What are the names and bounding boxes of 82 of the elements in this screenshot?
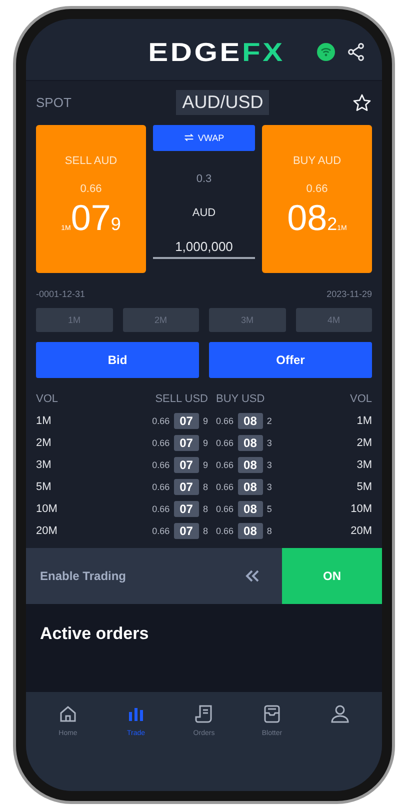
- currency-pair[interactable]: AUD/USD: [176, 90, 270, 115]
- action-button[interactable]: Bid: [36, 342, 199, 378]
- tile-label: SELL AUD: [64, 154, 118, 166]
- share-icon[interactable]: [346, 42, 366, 62]
- swap-icon: [184, 133, 194, 142]
- big-figure: 0.66: [152, 460, 170, 470]
- fractional-pip: 9: [110, 214, 121, 234]
- fractional-pip: 2: [266, 416, 272, 426]
- section-title: Active orders: [40, 624, 149, 642]
- tile-label: BUY AUD: [292, 154, 342, 166]
- fractional-pip: 3: [266, 482, 272, 492]
- big-figure: 0.66: [306, 182, 328, 194]
- column-header: SELL USD: [154, 392, 208, 404]
- volume-cell-text: 2M: [356, 436, 372, 448]
- pips-chip[interactable]: 07: [174, 456, 199, 472]
- volume-cell-text: 1M: [356, 414, 372, 426]
- column-header: VOL: [36, 392, 60, 404]
- amount-field[interactable]: 1,000,000: [153, 238, 255, 258]
- fractional-pip: 5: [266, 504, 272, 514]
- volume-cell-text: 5M: [356, 480, 372, 492]
- column-header: BUY USD: [216, 392, 266, 404]
- pips-chip[interactable]: 07: [174, 522, 199, 538]
- column-header: VOL: [348, 392, 372, 404]
- pips-chip[interactable]: 08: [238, 412, 263, 428]
- big-figure: 0.66: [152, 482, 170, 492]
- star-icon[interactable]: [352, 92, 372, 112]
- volume-cell-text: 5M: [36, 480, 52, 492]
- pips-chip[interactable]: 08: [238, 522, 263, 538]
- fractional-pip: 8: [202, 504, 208, 514]
- product-label: SPOT: [36, 95, 72, 110]
- big-figure: 0.66: [152, 504, 170, 514]
- pips-chip[interactable]: 07: [174, 500, 199, 516]
- tray-icon: [262, 704, 282, 724]
- big-figure: 0.66: [152, 526, 170, 536]
- person-icon: [330, 704, 350, 724]
- big-figure: 0.66: [216, 460, 234, 470]
- fractional-pip: 9: [202, 438, 208, 448]
- fractional-pip: 2: [327, 214, 338, 234]
- currency-label: AUD: [192, 206, 216, 218]
- logo-text: EDGE: [148, 36, 242, 68]
- fractional-pip: 8: [266, 526, 272, 536]
- fractional-pip: 9: [202, 460, 208, 470]
- pips-value: 08: [287, 196, 328, 238]
- pips-chip[interactable]: 08: [238, 478, 263, 494]
- pips-chip[interactable]: 07: [174, 478, 199, 494]
- fractional-pip: 3: [266, 438, 272, 448]
- volume-cell-text: 10M: [36, 502, 58, 514]
- big-figure: 0.66: [80, 182, 102, 194]
- pips-chip[interactable]: 08: [238, 456, 263, 472]
- pips-chip[interactable]: 08: [238, 500, 263, 516]
- volume-cell-text: 1M: [36, 414, 52, 426]
- spread-value: 0.3: [196, 172, 212, 184]
- double-chevron-icon: [244, 568, 260, 582]
- big-figure: 0.66: [216, 416, 234, 426]
- logo-accent-text: FX: [242, 36, 285, 68]
- pips-chip[interactable]: 07: [174, 434, 199, 450]
- pips-chip[interactable]: 07: [174, 412, 199, 428]
- volume-cell-text: 3M: [36, 458, 52, 470]
- fractional-pip: 8: [202, 482, 208, 492]
- fractional-pip: 3: [266, 460, 272, 470]
- big-figure: 0.66: [152, 416, 170, 426]
- volume-cell-text: 3M: [356, 458, 372, 470]
- volume-cell-text: 2M: [36, 436, 52, 448]
- volume-cell-text: 20M: [350, 524, 372, 536]
- far-date: 2023-11-29: [326, 288, 372, 298]
- document-icon: [194, 704, 214, 724]
- pips-chip[interactable]: 08: [238, 434, 263, 450]
- volume-cell-text: 20M: [36, 524, 58, 536]
- trading-label: Enable Trading: [40, 568, 128, 582]
- big-figure: 0.66: [216, 482, 234, 492]
- vwap-button[interactable]: VWAP: [153, 124, 255, 150]
- fractional-pip: 8: [202, 526, 208, 536]
- home-icon: [58, 704, 78, 724]
- fractional-pip: 9: [202, 416, 208, 426]
- big-figure: 0.66: [216, 504, 234, 514]
- big-figure: 0.66: [216, 526, 234, 536]
- action-button[interactable]: Offer: [209, 342, 372, 378]
- big-figure: 0.66: [216, 438, 234, 448]
- pips-value: 07: [70, 196, 111, 238]
- near-date: -0001-12-31: [36, 288, 86, 298]
- volume-cell-text: 10M: [350, 502, 372, 514]
- big-figure: 0.66: [152, 438, 170, 448]
